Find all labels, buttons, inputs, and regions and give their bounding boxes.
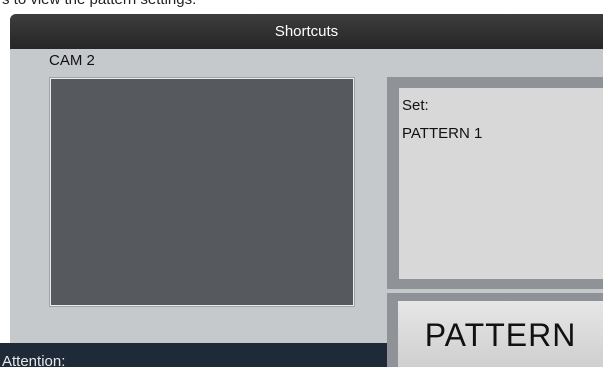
set-panel: Set: PATTERN 1 <box>387 77 603 289</box>
camera-preview[interactable] <box>50 78 354 306</box>
set-display: Set: PATTERN 1 <box>399 88 603 279</box>
set-value: PATTERN 1 <box>402 125 483 142</box>
set-label: Set: <box>402 97 429 114</box>
instruction-strip: s to view the pattern settings. <box>0 0 603 12</box>
attention-bar: Attention: <box>0 343 387 370</box>
attention-label: Attention: <box>2 353 66 370</box>
camera-label: CAM 2 <box>49 52 95 69</box>
instruction-text: s to view the pattern settings. <box>2 0 196 8</box>
shortcuts-window: Shortcuts CAM 2 Set: PATTERN 1 PATTERN <box>10 14 603 367</box>
pattern-button[interactable]: PATTERN <box>398 301 603 367</box>
pattern-button-frame: PATTERN <box>387 293 603 367</box>
window-title: Shortcuts <box>274 23 339 40</box>
title-bar: Shortcuts <box>10 14 603 49</box>
